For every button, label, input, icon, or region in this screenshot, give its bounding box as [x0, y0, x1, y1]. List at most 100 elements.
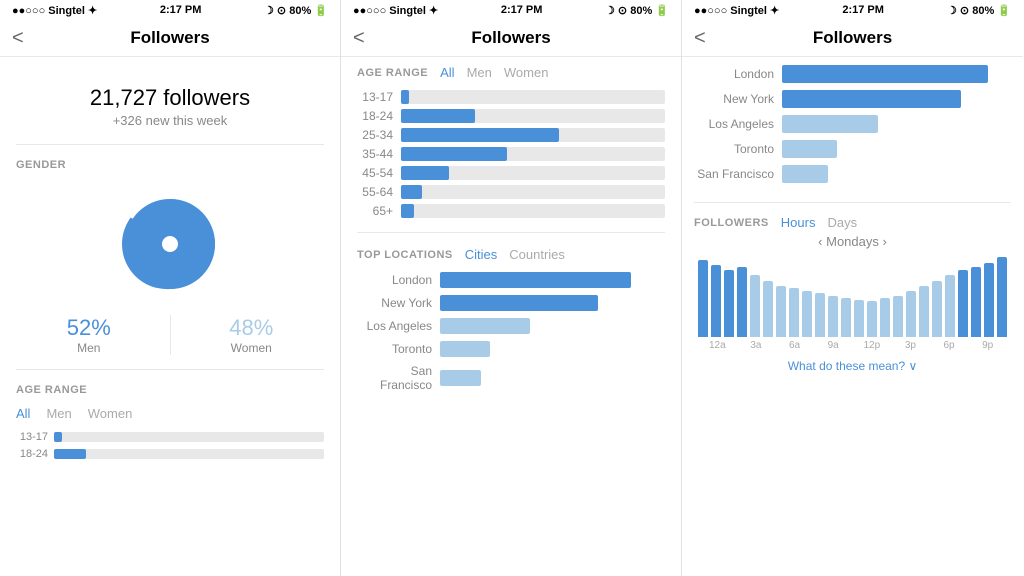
age-filter-row-2[interactable]: AGE RANGE All Men Women — [357, 65, 665, 80]
mini-bar-label: 13-17 — [16, 431, 48, 443]
panel-3: ●●○○○ Singtel ✦ 2:17 PM ☽ ⊙ 80% 🔋 < Foll… — [682, 0, 1023, 576]
hour-bar — [802, 291, 812, 337]
bar-label: 18-24 — [357, 109, 393, 123]
followers-header[interactable]: FOLLOWERS Hours Days — [694, 215, 1011, 230]
age-filter-women-1[interactable]: Women — [88, 406, 133, 421]
city-bar-fill — [440, 272, 631, 288]
h-bar-city-label: San Francisco — [694, 167, 774, 181]
age-filter-1[interactable]: All Men Women — [16, 406, 324, 421]
hour-bar — [919, 286, 929, 337]
h-bar-city-label: London — [694, 67, 774, 81]
hour-bar — [906, 291, 916, 337]
bar-row: 25-34 — [357, 128, 665, 142]
mini-bar-fill — [54, 449, 86, 459]
city-bar-track — [440, 272, 665, 288]
status-bar-1: ●●○○○ Singtel ✦ 2:17 PM ☽ ⊙ 80% 🔋 — [0, 0, 340, 20]
page-title-3: Followers — [813, 28, 892, 48]
back-button-2[interactable]: < — [353, 27, 365, 50]
carrier-3: ●●○○○ Singtel ✦ — [694, 4, 779, 17]
city-bars: London New York Los Angeles Toronto San … — [357, 272, 665, 392]
bar-fill — [401, 147, 507, 161]
city-bar-track — [440, 341, 665, 357]
bar-row: 65+ — [357, 204, 665, 218]
panel-2: ●●○○○ Singtel ✦ 2:17 PM ☽ ⊙ 80% 🔋 < Foll… — [341, 0, 682, 576]
hour-bar — [711, 265, 721, 337]
bar-label: 35-44 — [357, 147, 393, 161]
bar-track — [401, 204, 665, 218]
city-bar-fill — [440, 318, 530, 334]
time-1: 2:17 PM — [160, 4, 202, 16]
age-men-2[interactable]: Men — [467, 65, 492, 80]
hour-label: 9p — [968, 340, 1007, 351]
hour-bar — [867, 301, 877, 337]
panel1-content: 21,727 followers +326 new this week GEND… — [0, 57, 340, 576]
bar-fill — [401, 204, 414, 218]
bar-track — [401, 147, 665, 161]
mini-bar-track — [54, 449, 324, 459]
h-bar-track — [782, 165, 1011, 183]
top-locations-header[interactable]: TOP LOCATIONS Cities Countries — [357, 247, 665, 262]
age-filter-men-1[interactable]: Men — [46, 406, 71, 421]
city-bar-fill — [440, 295, 598, 311]
day-prev-icon[interactable]: ‹ — [818, 234, 822, 249]
mini-bar-track — [54, 432, 324, 442]
age-section-1: AGE RANGE All Men Women 13-17 18-24 — [16, 384, 324, 460]
hour-bar — [698, 260, 708, 337]
back-button-3[interactable]: < — [694, 27, 706, 50]
hour-label: 3p — [891, 340, 930, 351]
bar-label: 55-64 — [357, 185, 393, 199]
h-bar-city-label: New York — [694, 92, 774, 106]
top-locations-section: TOP LOCATIONS Cities Countries London Ne… — [357, 247, 665, 392]
h-bar-track — [782, 90, 1011, 108]
hour-bar — [789, 288, 799, 337]
day-navigator[interactable]: ‹ Mondays › — [694, 234, 1011, 249]
gender-section: GENDER 52% Men 48% — [16, 159, 324, 370]
follower-new: +326 new this week — [16, 113, 324, 128]
what-link[interactable]: What do these mean? ∨ — [694, 359, 1011, 373]
countries-filter[interactable]: Countries — [509, 247, 565, 262]
days-filter[interactable]: Days — [827, 215, 857, 230]
women-pct: 48% — [179, 315, 325, 341]
section-divider-2 — [357, 232, 665, 233]
page-title-2: Followers — [471, 28, 550, 48]
bar-row: 13-17 — [357, 90, 665, 104]
bar-row: 45-54 — [357, 166, 665, 180]
h-bar-track — [782, 140, 1011, 158]
hours-filter[interactable]: Hours — [781, 215, 816, 230]
bar-track — [401, 185, 665, 199]
day-label: Mondays — [826, 234, 882, 249]
hour-label: 6p — [930, 340, 969, 351]
age-filter-all-1[interactable]: All — [16, 406, 30, 421]
women-stat: 48% Women — [179, 315, 325, 355]
city-bar-fill — [440, 370, 481, 386]
mini-bar-row: 13-17 — [16, 431, 324, 443]
hour-label: 12a — [698, 340, 737, 351]
city-bar-row: Toronto — [357, 341, 665, 357]
h-bar-row: Toronto — [694, 140, 1011, 158]
bar-row: 35-44 — [357, 147, 665, 161]
age-all-2[interactable]: All — [440, 65, 454, 80]
status-bar-2: ●●○○○ Singtel ✦ 2:17 PM ☽ ⊙ 80% 🔋 — [341, 0, 681, 20]
panel2-content: AGE RANGE All Men Women 13-17 18-24 25-3… — [341, 57, 681, 576]
cities-filter[interactable]: Cities — [465, 247, 498, 262]
men-stat: 52% Men — [16, 315, 162, 355]
bar-label: 13-17 — [357, 90, 393, 104]
h-bar-city-label: Los Angeles — [694, 117, 774, 131]
h-bar-fill — [782, 140, 837, 158]
h-bar-fill — [782, 65, 988, 83]
h-bar-fill — [782, 165, 828, 183]
h-bar-row: Los Angeles — [694, 115, 1011, 133]
day-next-icon[interactable]: › — [883, 234, 887, 249]
mini-bar-row: 18-24 — [16, 448, 324, 460]
pie-chart — [115, 189, 225, 299]
hour-label: 6a — [775, 340, 814, 351]
bar-track — [401, 128, 665, 142]
bar-row: 55-64 — [357, 185, 665, 199]
bar-fill — [401, 128, 559, 142]
women-label: Women — [179, 341, 325, 355]
back-button-1[interactable]: < — [12, 27, 24, 50]
age-women-2[interactable]: Women — [504, 65, 549, 80]
city-bar-row: San Francisco — [357, 364, 665, 392]
city-label: Toronto — [357, 342, 432, 356]
followers-label: FOLLOWERS — [694, 217, 769, 229]
